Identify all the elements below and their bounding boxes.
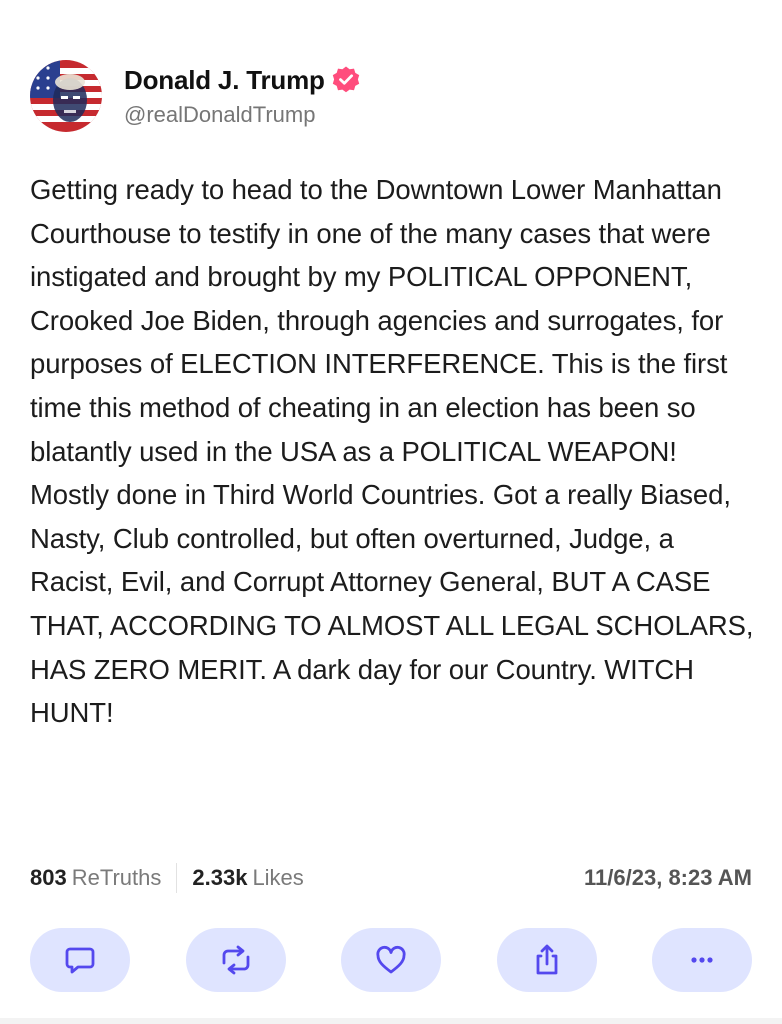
like-button[interactable] [341,928,441,992]
reply-button[interactable] [30,928,130,992]
avatar-image [30,60,102,132]
stats-divider [176,863,178,893]
post-header: Donald J. Trump @realDonaldTrump [30,58,361,134]
share-button[interactable] [496,928,597,992]
likes-stat[interactable]: 2.33k Likes [192,865,303,891]
likes-count: 2.33k [192,865,248,890]
author-display-name[interactable]: Donald J. Trump [124,65,325,96]
author-avatar[interactable] [30,60,102,132]
post-timestamp: 11/6/23, 8:23 AM [584,865,752,890]
post-body-text: Getting ready to head to the Downtown Lo… [30,174,762,729]
author-names: Donald J. Trump @realDonaldTrump [124,65,361,128]
verified-badge-icon [331,65,361,95]
retruth-icon [222,945,249,975]
like-icon [376,945,406,974]
author-name-row: Donald J. Trump [124,65,361,96]
more-icon [691,957,713,963]
retruth-button[interactable] [185,928,286,992]
post-card: Donald J. Trump @realDonaldTrump Getting… [0,0,782,1024]
author-handle[interactable]: @realDonaldTrump [124,102,361,128]
likes-label: Likes [252,865,304,890]
reply-icon [65,947,95,974]
retruths-stat[interactable]: 803 ReTruths [30,865,161,891]
post-stats: 803 ReTruths 2.33k Likes 11/6/23, 8:23 A… [30,858,752,898]
bottom-divider [0,1018,782,1024]
retruths-label: ReTruths [71,865,162,890]
post-actions [30,928,752,992]
retruths-count: 803 [30,865,67,890]
share-icon [536,944,557,975]
more-button[interactable] [652,928,752,992]
